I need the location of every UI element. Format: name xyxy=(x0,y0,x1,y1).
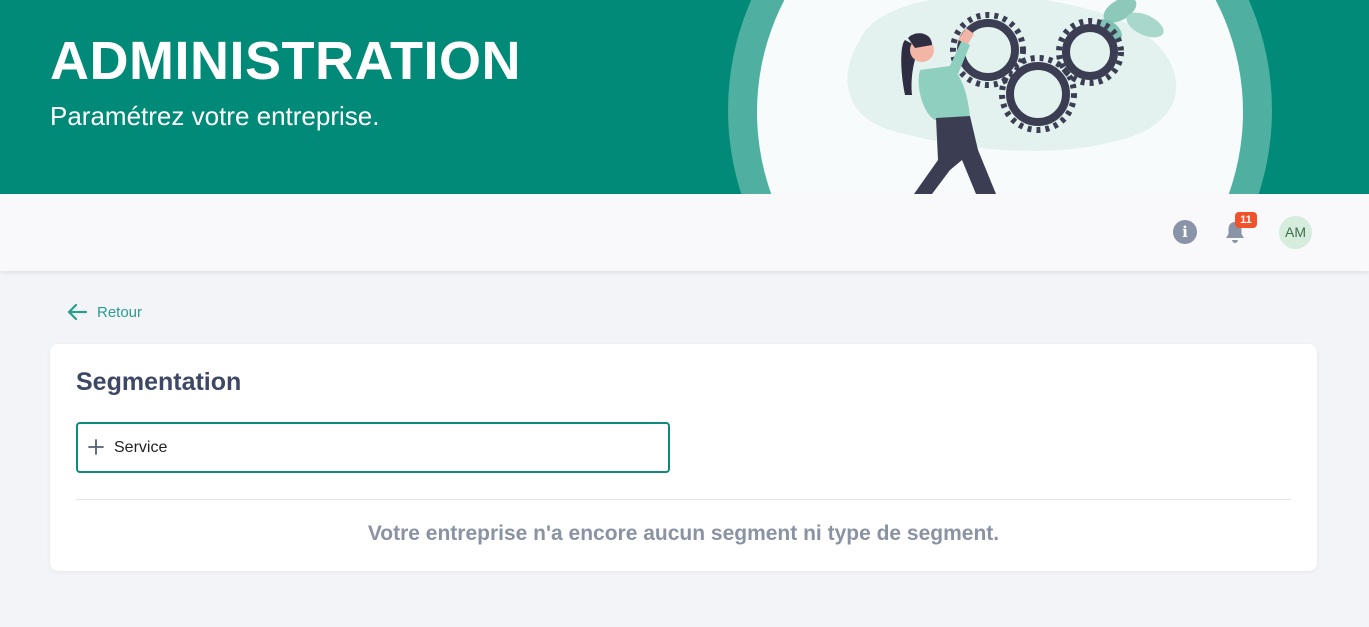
section-title: Segmentation xyxy=(76,368,242,396)
back-label: Retour xyxy=(97,303,143,321)
page-subtitle: Paramétrez votre entreprise. xyxy=(50,101,380,131)
top-bar xyxy=(0,194,1369,271)
segmentation-card: Segmentation Votre entreprise n'a encore… xyxy=(50,344,1317,571)
plus-icon xyxy=(88,439,104,455)
divider xyxy=(76,499,1291,500)
notification-badge: 11 xyxy=(1235,212,1257,228)
back-link[interactable]: Retour xyxy=(66,301,142,323)
user-avatar[interactable]: AM xyxy=(1279,216,1312,249)
segment-input-field[interactable] xyxy=(76,422,670,473)
page-title: ADMINISTRATION xyxy=(50,31,521,91)
segment-input[interactable] xyxy=(114,435,654,461)
empty-state-message: Votre entreprise n'a encore aucun segmen… xyxy=(367,522,1000,545)
arrow-left-icon xyxy=(67,303,88,321)
info-icon[interactable]: i xyxy=(1173,220,1197,244)
gears-illustration xyxy=(728,0,1272,194)
header-banner: ADMINISTRATION Paramétrez votre entrepri… xyxy=(0,0,1369,194)
